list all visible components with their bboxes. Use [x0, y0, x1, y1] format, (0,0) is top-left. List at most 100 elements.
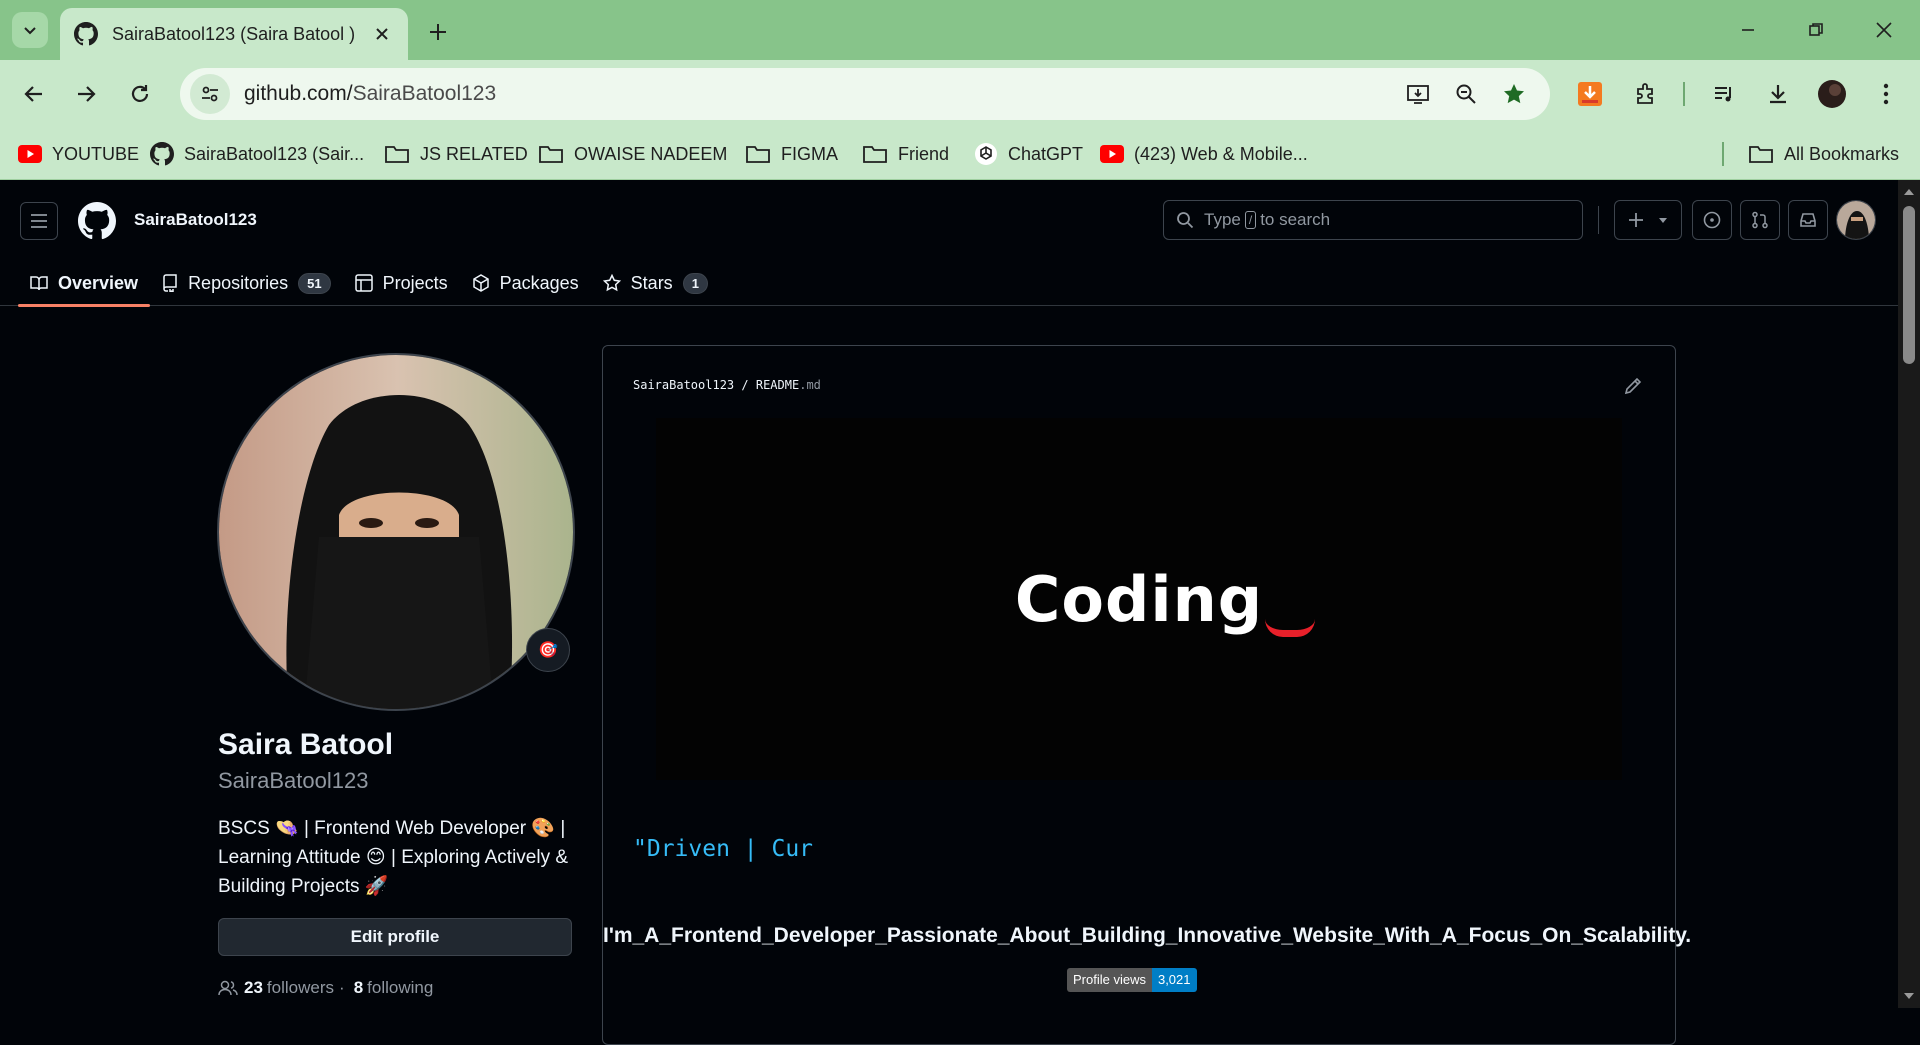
- pull-request-icon: [1752, 211, 1768, 229]
- bookmark-folder-figma[interactable]: FIGMA: [745, 138, 838, 170]
- bookmark-folder-owaise[interactable]: OWAISE NADEEM: [538, 138, 727, 170]
- folder-icon: [385, 146, 409, 163]
- bookmark-star-icon[interactable]: [1496, 76, 1532, 112]
- menu-button[interactable]: [20, 202, 58, 240]
- folder-icon: [539, 146, 563, 163]
- github-header: SairaBatool123 Type / to search Overview…: [0, 180, 1920, 307]
- tab-overview[interactable]: Overview: [18, 260, 151, 307]
- site-settings-icon[interactable]: [190, 74, 230, 114]
- follow-stats: 23 followers · 8 following: [218, 978, 433, 998]
- readme-banner-image: Coding: [656, 418, 1622, 780]
- plus-icon: [430, 24, 446, 40]
- bookmarks-divider: [1722, 142, 1724, 166]
- bookmark-folder-js[interactable]: JS RELATED: [384, 138, 528, 170]
- back-button[interactable]: [14, 74, 54, 114]
- readme-path: SairaBatool123 / README.md: [633, 378, 821, 392]
- edit-profile-button[interactable]: Edit profile: [218, 918, 572, 956]
- edit-readme-button[interactable]: [1623, 376, 1647, 400]
- profile-avatar[interactable]: [217, 353, 575, 711]
- header-username[interactable]: SairaBatool123: [134, 210, 257, 230]
- zoom-icon[interactable]: [1448, 76, 1484, 112]
- search-icon: [1177, 212, 1194, 229]
- tab-repositories[interactable]: Repositories 51: [150, 260, 343, 306]
- badge-label: Profile views: [1067, 968, 1152, 992]
- readme-card: SairaBatool123 / README.md Coding "Drive…: [602, 345, 1691, 1045]
- create-new-button[interactable]: [1614, 200, 1682, 240]
- extension-download-icon[interactable]: [1570, 74, 1610, 114]
- plus-icon: [1629, 213, 1643, 227]
- pull-requests-button[interactable]: [1740, 200, 1780, 240]
- caret-down-icon: [1659, 218, 1667, 223]
- tab-label: Stars: [630, 272, 673, 293]
- tab-packages[interactable]: Packages: [460, 260, 591, 306]
- scroll-up-arrow-icon[interactable]: [1898, 184, 1920, 200]
- tab-label: Overview: [58, 272, 139, 293]
- repo-icon: [163, 274, 177, 292]
- minimize-icon: [1742, 29, 1754, 31]
- issue-opened-icon: [1703, 211, 1721, 229]
- page-scrollbar[interactable]: [1898, 180, 1920, 1008]
- user-avatar[interactable]: [1836, 200, 1876, 240]
- reload-button[interactable]: [120, 74, 160, 114]
- following-count[interactable]: 8: [354, 978, 363, 998]
- search-input[interactable]: Type / to search: [1163, 200, 1583, 240]
- bookmark-label: (423) Web & Mobile...: [1134, 143, 1308, 164]
- tab-label: Repositories: [188, 272, 289, 293]
- issues-button[interactable]: [1692, 200, 1732, 240]
- followers-count[interactable]: 23: [244, 978, 263, 998]
- address-bar[interactable]: github.com/SairaBatool123: [180, 68, 1550, 120]
- badge-value: 3,021: [1151, 968, 1197, 992]
- tab-search-button[interactable]: [12, 12, 48, 48]
- url-host: github.com/: [244, 82, 353, 105]
- forward-button[interactable]: [66, 74, 106, 114]
- all-bookmarks-button[interactable]: All Bookmarks: [1748, 138, 1899, 170]
- following-link[interactable]: following: [367, 978, 433, 998]
- close-window-button[interactable]: [1860, 12, 1908, 48]
- banner-text: Coding: [1015, 563, 1315, 637]
- bookmark-folder-friend[interactable]: Friend: [862, 138, 949, 170]
- chatgpt-icon: [975, 143, 997, 165]
- bookmark-youtube-video[interactable]: (423) Web & Mobile...: [1100, 138, 1308, 170]
- readme-path-separator: /: [741, 378, 749, 392]
- bookmark-label: ChatGPT: [1008, 143, 1084, 164]
- downloads-icon[interactable]: [1758, 74, 1798, 114]
- scrollbar-thumb[interactable]: [1903, 206, 1915, 364]
- chevron-down-icon: [24, 27, 36, 35]
- header-divider: [1598, 206, 1599, 234]
- inbox-button[interactable]: [1788, 200, 1828, 240]
- arrow-right-icon: [78, 86, 96, 102]
- github-icon: [150, 142, 174, 166]
- install-app-icon[interactable]: [1400, 76, 1436, 112]
- browser-tabstrip: SairaBatool123 (Saira Batool ): [0, 0, 1920, 60]
- close-icon[interactable]: [370, 22, 394, 46]
- readme-file-ext: .md: [799, 378, 821, 392]
- package-icon: [472, 274, 489, 292]
- media-controls-icon[interactable]: [1704, 74, 1744, 114]
- bookmarks-bar: YOUTUBE SairaBatool123 (Sair... JS RELAT…: [0, 128, 1920, 180]
- tab-stars[interactable]: Stars 1: [591, 260, 720, 306]
- followers-link[interactable]: followers: [267, 978, 334, 998]
- bookmark-github-profile[interactable]: SairaBatool123 (Sair...: [150, 138, 364, 170]
- status-emoji-button[interactable]: 🎯: [526, 628, 570, 672]
- readme-owner-link[interactable]: SairaBatool123: [633, 378, 734, 392]
- bookmark-chatgpt[interactable]: ChatGPT: [974, 138, 1083, 170]
- readme-file-link[interactable]: README: [756, 378, 799, 392]
- toolbar-divider: [1683, 82, 1685, 106]
- extensions-icon[interactable]: [1626, 74, 1666, 114]
- bookmark-youtube[interactable]: YOUTUBE: [18, 138, 139, 170]
- star-icon: [602, 274, 621, 292]
- bookmark-label: JS RELATED: [420, 143, 528, 164]
- people-icon: [218, 980, 238, 996]
- more-menu-icon[interactable]: [1866, 74, 1906, 114]
- github-logo-icon[interactable]: [78, 202, 116, 240]
- minimize-button[interactable]: [1724, 12, 1772, 48]
- repositories-count-badge: 51: [298, 272, 331, 294]
- scroll-down-arrow-icon[interactable]: [1898, 988, 1920, 1004]
- restore-button[interactable]: [1792, 12, 1840, 48]
- new-tab-button[interactable]: [420, 14, 456, 50]
- url-path: SairaBatool123: [352, 82, 497, 105]
- browser-tab-active[interactable]: SairaBatool123 (Saira Batool ): [60, 8, 408, 60]
- profile-avatar-icon[interactable]: [1812, 74, 1852, 114]
- tab-projects[interactable]: Projects: [343, 260, 460, 306]
- tab-label: Packages: [499, 272, 579, 293]
